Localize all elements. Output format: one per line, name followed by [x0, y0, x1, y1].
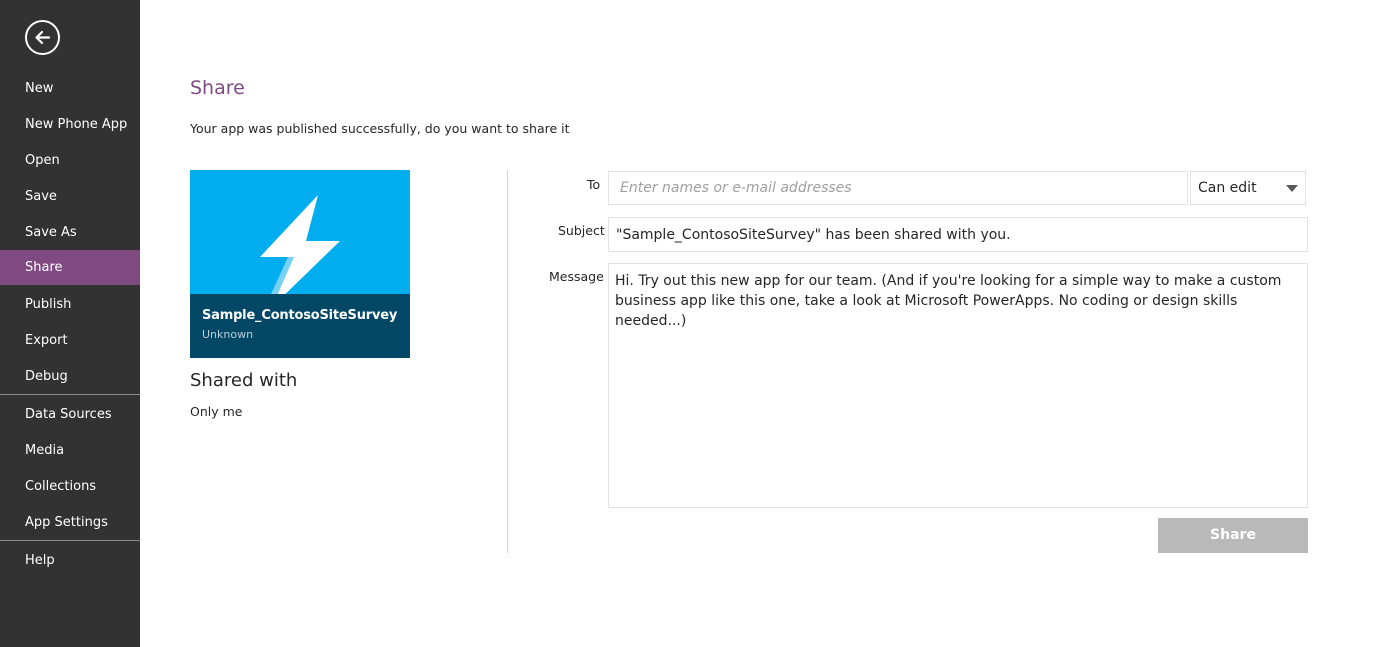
permission-value: Can edit	[1198, 180, 1257, 196]
menu-item-save-as[interactable]: Save As	[0, 215, 140, 250]
page-subtitle: Your app was published successfully, do …	[190, 121, 570, 136]
menu-item-new-phone-app[interactable]: New Phone App	[0, 107, 140, 142]
permission-dropdown[interactable]: Can edit	[1190, 171, 1306, 205]
app-name: Sample_ContosoSiteSurvey	[202, 308, 398, 323]
menu-item-data-sources[interactable]: Data Sources	[0, 397, 140, 432]
message-label: Message	[549, 269, 604, 284]
app-tile: Sample_ContosoSiteSurvey Unknown	[190, 170, 410, 358]
back-button[interactable]	[25, 20, 60, 55]
menu-item-app-settings[interactable]: App Settings	[0, 505, 140, 540]
app-tile-caption: Sample_ContosoSiteSurvey Unknown	[190, 294, 410, 358]
app-owner: Unknown	[202, 328, 254, 341]
menu-item-publish[interactable]: Publish	[0, 287, 140, 322]
subject-label: Subject	[558, 223, 605, 238]
vertical-divider	[507, 170, 508, 553]
subject-input[interactable]	[608, 217, 1308, 252]
share-button[interactable]: Share	[1158, 518, 1308, 553]
menu-item-open[interactable]: Open	[0, 143, 140, 178]
menu-divider	[0, 394, 140, 395]
menu-item-collections[interactable]: Collections	[0, 469, 140, 504]
shared-with-value: Only me	[190, 404, 243, 419]
chevron-down-icon	[1286, 185, 1298, 192]
to-input[interactable]	[608, 171, 1188, 205]
menu-divider	[0, 540, 140, 541]
lightning-bolt-icon	[260, 195, 340, 307]
menu-item-help[interactable]: Help	[0, 543, 140, 578]
menu-item-media[interactable]: Media	[0, 433, 140, 468]
backstage-sidebar: New New Phone App Open Save Save As Shar…	[0, 0, 140, 647]
shared-with-heading: Shared with	[190, 370, 298, 391]
menu-item-share[interactable]: Share	[0, 250, 140, 285]
menu-item-save[interactable]: Save	[0, 179, 140, 214]
menu-item-new[interactable]: New	[0, 71, 140, 106]
page-title: Share	[190, 77, 245, 99]
message-input[interactable]: Hi. Try out this new app for our team. (…	[608, 263, 1308, 508]
menu-item-export[interactable]: Export	[0, 323, 140, 358]
arrow-left-icon	[35, 30, 51, 45]
menu-item-debug[interactable]: Debug	[0, 359, 140, 394]
to-label: To	[587, 177, 601, 192]
